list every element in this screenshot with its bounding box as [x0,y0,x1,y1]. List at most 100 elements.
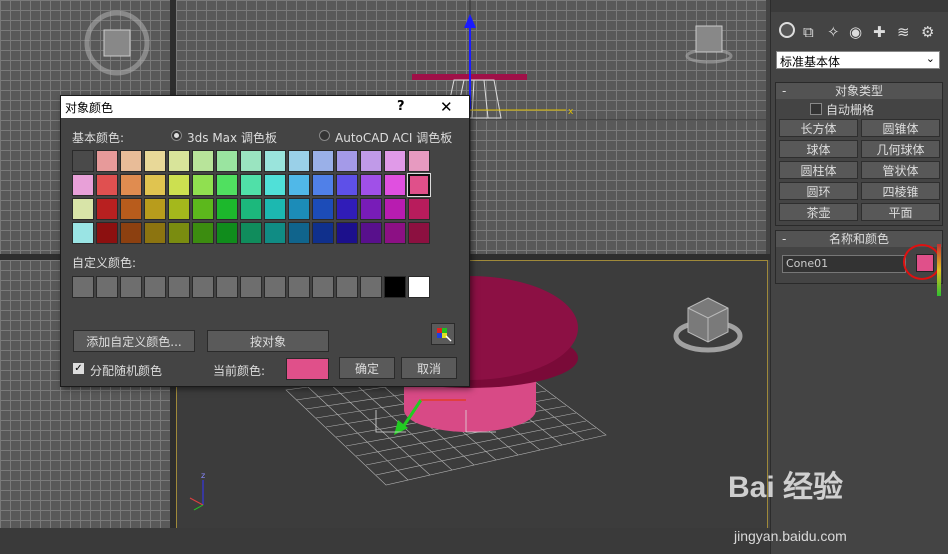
geometry-icon[interactable] [779,22,795,38]
basic-color-swatch[interactable] [168,150,190,172]
basic-color-swatch[interactable] [312,174,334,196]
basic-color-swatch[interactable] [408,222,430,244]
basic-color-swatch[interactable] [264,174,286,196]
dialog-titlebar[interactable]: 对象颜色 ? ✕ [61,96,469,118]
basic-color-swatch[interactable] [312,222,334,244]
add-custom-color-button[interactable]: 添加自定义颜色... [73,330,195,352]
basic-color-swatch[interactable] [288,150,310,172]
basic-color-swatch[interactable] [144,150,166,172]
basic-color-swatch[interactable] [384,150,406,172]
basic-color-swatch[interactable] [288,222,310,244]
basic-color-swatch[interactable] [288,198,310,220]
basic-color-swatch[interactable] [216,174,238,196]
basic-color-swatch[interactable] [72,198,94,220]
object-type-header[interactable]: - 对象类型 [776,83,942,99]
basic-color-swatch[interactable] [408,150,430,172]
viewcube-perspective-icon[interactable] [672,290,744,356]
close-icon[interactable]: ✕ [440,98,453,116]
basic-color-swatch[interactable] [96,222,118,244]
category-dropdown[interactable]: 标准基本体 ⌄ [776,51,940,69]
basic-color-swatch[interactable] [192,222,214,244]
basic-color-swatch[interactable] [72,150,94,172]
color-picker-icon[interactable] [431,323,455,345]
assign-random-checkbox[interactable]: ✓ [73,363,84,374]
basic-color-swatch[interactable] [120,198,142,220]
basic-color-swatch[interactable] [360,198,382,220]
cameras-icon[interactable]: ◉ [849,23,862,41]
custom-color-swatch[interactable] [72,276,94,298]
custom-color-swatch[interactable] [144,276,166,298]
basic-color-swatch[interactable] [240,174,262,196]
basic-color-swatch[interactable] [72,174,94,196]
basic-color-swatch[interactable] [288,174,310,196]
basic-color-swatch[interactable] [408,198,430,220]
custom-color-swatch[interactable] [120,276,142,298]
custom-color-swatch[interactable] [96,276,118,298]
custom-color-swatch[interactable] [408,276,430,298]
basic-color-swatch[interactable] [168,198,190,220]
basic-color-swatch[interactable] [216,150,238,172]
object-type-button[interactable]: 几何球体 [861,140,940,158]
palette-3dsmax-radio[interactable] [171,130,182,141]
palette-autocad-radio[interactable] [319,130,330,141]
basic-color-swatch[interactable] [168,222,190,244]
basic-color-swatch[interactable] [144,222,166,244]
basic-color-swatch[interactable] [120,174,142,196]
object-type-button[interactable]: 平面 [861,203,940,221]
object-type-button[interactable]: 圆环 [779,182,858,200]
basic-color-swatch[interactable] [264,198,286,220]
viewcube-top-icon[interactable] [82,8,152,78]
basic-color-swatch[interactable] [336,174,358,196]
custom-color-swatch[interactable] [192,276,214,298]
panel-scroll-indicator[interactable] [937,244,941,296]
basic-color-swatch[interactable] [240,198,262,220]
basic-color-swatch[interactable] [336,222,358,244]
basic-color-swatch[interactable] [264,150,286,172]
helpers-icon[interactable]: ✚ [873,23,886,41]
basic-color-swatch[interactable] [144,198,166,220]
basic-color-swatch[interactable] [336,198,358,220]
object-type-button[interactable]: 四棱锥 [861,182,940,200]
custom-color-swatch[interactable] [336,276,358,298]
object-type-button[interactable]: 茶壶 [779,203,858,221]
basic-color-swatch[interactable] [96,150,118,172]
current-color-swatch[interactable] [286,358,329,380]
basic-color-swatch[interactable] [72,222,94,244]
custom-color-swatch[interactable] [312,276,334,298]
basic-color-swatch[interactable] [360,222,382,244]
basic-color-swatch[interactable] [192,150,214,172]
basic-color-swatch[interactable] [384,222,406,244]
ok-button[interactable]: 确定 [339,357,395,379]
object-type-button[interactable]: 管状体 [861,161,940,179]
cancel-button[interactable]: 取消 [401,357,457,379]
basic-color-swatch[interactable] [336,150,358,172]
basic-color-swatch[interactable] [384,198,406,220]
spacewarps-icon[interactable]: ≋ [897,23,910,41]
basic-color-swatch[interactable] [120,222,142,244]
basic-color-swatch[interactable] [240,222,262,244]
basic-color-swatch[interactable] [192,174,214,196]
by-object-button[interactable]: 按对象 [207,330,329,352]
custom-color-swatch[interactable] [216,276,238,298]
basic-color-swatch[interactable] [264,222,286,244]
custom-color-swatch[interactable] [288,276,310,298]
basic-color-swatch[interactable] [144,174,166,196]
custom-color-swatch[interactable] [360,276,382,298]
autogrid-checkbox[interactable] [810,103,822,115]
help-button[interactable]: ? [397,99,405,114]
object-name-input[interactable]: Cone01 [782,255,906,273]
basic-color-swatch[interactable] [96,198,118,220]
basic-color-swatch[interactable] [216,222,238,244]
systems-icon[interactable]: ⚙ [921,23,934,41]
basic-color-swatch[interactable] [168,174,190,196]
basic-color-swatch[interactable] [360,174,382,196]
basic-color-swatch[interactable] [312,150,334,172]
shapes-icon[interactable]: ⧉ [803,23,814,41]
lights-icon[interactable]: ✧ [827,23,840,41]
basic-color-swatch[interactable] [312,198,334,220]
basic-color-swatch[interactable] [407,173,431,197]
basic-color-swatch[interactable] [240,150,262,172]
object-type-button[interactable]: 圆柱体 [779,161,858,179]
basic-color-swatch[interactable] [120,150,142,172]
basic-color-swatch[interactable] [192,198,214,220]
